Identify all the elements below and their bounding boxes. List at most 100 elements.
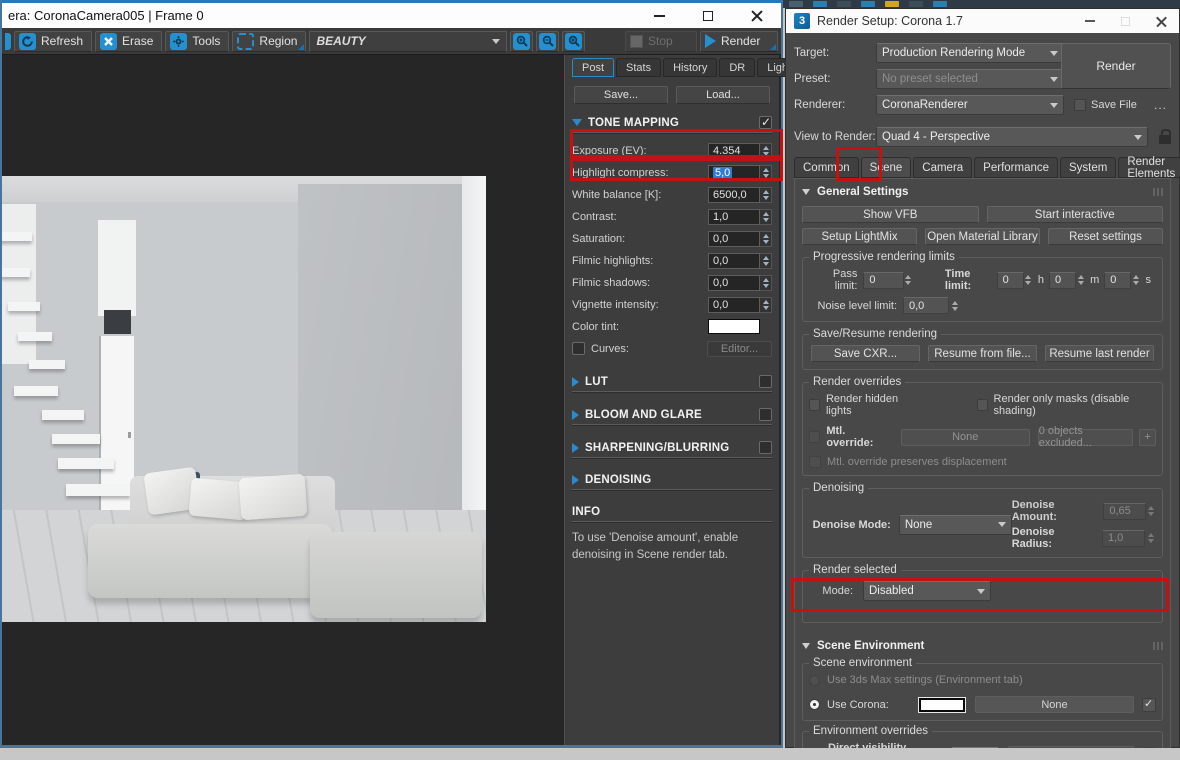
tab-scene[interactable]: Scene — [860, 157, 912, 178]
collapsed-arrow-icon[interactable] — [572, 442, 579, 453]
time-h-spinner[interactable] — [1024, 272, 1033, 289]
time-s-spinner[interactable] — [1131, 272, 1140, 289]
tab-performance[interactable]: Performance — [974, 157, 1059, 178]
vignette-spinner[interactable] — [760, 296, 772, 313]
load-button[interactable]: Load... — [676, 86, 770, 104]
sharpening-header[interactable]: SHARPENING/BLURRING — [572, 441, 772, 458]
contrast-spinner[interactable] — [760, 208, 772, 225]
tab-dr[interactable]: DR — [719, 58, 756, 77]
saturation-input[interactable]: 0,0 — [708, 230, 760, 247]
reset-settings-button[interactable]: Reset settings — [1048, 228, 1163, 245]
contrast-input[interactable]: 1,0 — [708, 208, 760, 225]
highlight-compress-input[interactable]: 5,0 — [708, 164, 760, 181]
lut-checkbox[interactable] — [759, 375, 772, 388]
tone-mapping-checkbox[interactable] — [759, 115, 772, 129]
zoom-reset-button[interactable] — [562, 30, 586, 52]
denoise-mode-dropdown[interactable]: None — [898, 514, 1012, 535]
render-selected-mode-dropdown[interactable]: Disabled — [863, 581, 991, 601]
tab-post[interactable]: Post — [572, 58, 615, 77]
tab-system[interactable]: System — [1060, 157, 1117, 178]
white-balance-spinner[interactable] — [760, 186, 772, 203]
tab-history[interactable]: History — [663, 58, 718, 77]
render-hidden-lights-checkbox[interactable] — [809, 399, 820, 411]
exposure-input[interactable]: 4.354 — [708, 142, 760, 159]
highlight-compress-spinner[interactable] — [760, 164, 772, 181]
render-button-setup[interactable]: Render — [1061, 43, 1171, 89]
corona-env-color-swatch[interactable] — [918, 696, 966, 713]
use-max-radio[interactable] — [809, 674, 820, 686]
rollout-arrow-icon[interactable] — [802, 643, 810, 649]
corona-env-toggle[interactable] — [1142, 697, 1156, 712]
time-h-input[interactable]: 0 — [996, 271, 1024, 289]
objects-excluded-button[interactable]: 0 objects excluded... — [1037, 425, 1134, 449]
resume-from-file-button[interactable]: Resume from file... — [928, 345, 1037, 362]
refresh-button[interactable]: Refresh — [14, 30, 93, 52]
minimize-icon[interactable] — [654, 14, 665, 17]
use-corona-radio[interactable] — [809, 699, 820, 710]
tone-mapping-header[interactable]: TONE MAPPING — [572, 115, 772, 133]
close-icon[interactable] — [751, 10, 763, 22]
target-dropdown[interactable]: Production Rendering Mode — [876, 43, 1064, 63]
view-dropdown[interactable]: Quad 4 - Perspective — [876, 127, 1148, 147]
pass-limit-spinner[interactable] — [904, 272, 913, 289]
collapsed-arrow-icon[interactable] — [572, 409, 579, 420]
denoising-header[interactable]: DENOISING — [572, 474, 772, 490]
exposure-spinner[interactable] — [760, 142, 772, 159]
corona-env-map-slot[interactable]: None — [975, 696, 1134, 713]
tab-common[interactable]: Common — [794, 157, 859, 178]
more-button[interactable]: ... — [1154, 98, 1171, 112]
region-button[interactable]: Region — [232, 30, 307, 52]
vignette-input[interactable]: 0,0 — [708, 296, 760, 313]
time-m-spinner[interactable] — [1076, 272, 1085, 289]
sharpening-checkbox[interactable] — [759, 441, 772, 454]
saturation-spinner[interactable] — [760, 230, 772, 247]
collapsed-arrow-icon[interactable] — [572, 376, 579, 387]
channel-dropdown[interactable]: BEAUTY — [309, 30, 508, 52]
show-vfb-button[interactable]: Show VFB — [802, 206, 979, 223]
start-interactive-button[interactable]: Start interactive — [986, 206, 1163, 223]
lut-header[interactable]: LUT — [572, 375, 772, 392]
close-icon[interactable] — [1156, 16, 1167, 27]
rollout-arrow-icon[interactable] — [802, 189, 810, 195]
setup-lightmix-button[interactable]: Setup LightMix — [802, 228, 917, 245]
tab-stats[interactable]: Stats — [616, 58, 662, 77]
general-settings-rollout[interactable]: General Settings — [800, 183, 1165, 201]
resume-last-render-button[interactable]: Resume last render — [1045, 345, 1154, 362]
noise-limit-spinner[interactable] — [949, 297, 960, 314]
render-setup-titlebar[interactable]: 3 Render Setup: Corona 1.7 — [786, 9, 1179, 33]
save-cxr-button[interactable]: Save CXR... — [811, 345, 920, 362]
vfb-canvas[interactable] — [2, 55, 564, 745]
zoom-out-button[interactable] — [536, 30, 560, 52]
maximize-icon[interactable] — [1121, 16, 1130, 26]
renderer-dropdown[interactable]: CoronaRenderer — [876, 95, 1064, 115]
filmic-shadows-input[interactable]: 0,0 — [708, 274, 760, 291]
erase-button[interactable]: Erase — [95, 30, 163, 52]
time-s-input[interactable]: 0 — [1104, 271, 1132, 289]
mtl-override-slot[interactable]: None — [900, 428, 1030, 446]
filmic-highlights-input[interactable]: 0,0 — [708, 252, 760, 269]
open-material-library-button[interactable]: Open Material Library — [925, 228, 1040, 245]
add-exclude-button[interactable]: + — [1139, 428, 1156, 446]
clipped-save-icon[interactable] — [5, 32, 11, 50]
tab-camera[interactable]: Camera — [913, 157, 973, 178]
collapsed-arrow-icon[interactable] — [572, 475, 579, 485]
pass-limit-input[interactable]: 0 — [863, 271, 904, 289]
bloom-header[interactable]: BLOOM AND GLARE — [572, 408, 772, 425]
collapse-arrow-icon[interactable] — [572, 119, 582, 126]
color-tint-swatch[interactable] — [708, 319, 760, 334]
preset-dropdown[interactable]: No preset selected — [876, 69, 1064, 89]
lock-icon[interactable] — [1159, 129, 1171, 144]
render-button-vfb[interactable]: Render — [700, 30, 778, 52]
white-balance-input[interactable]: 6500,0 — [708, 186, 760, 203]
vfb-titlebar[interactable]: era: CoronaCamera005 | Frame 0 — [2, 0, 781, 28]
tools-button[interactable]: Tools — [165, 30, 230, 52]
minimize-icon[interactable] — [1085, 20, 1095, 22]
scene-environment-rollout[interactable]: Scene Environment — [800, 637, 1165, 655]
time-m-input[interactable]: 0 — [1048, 271, 1076, 289]
mtl-override-checkbox[interactable] — [809, 431, 821, 443]
filmic-shadows-spinner[interactable] — [760, 274, 772, 291]
render-only-masks-checkbox[interactable] — [976, 399, 988, 411]
noise-limit-input[interactable]: 0,0 — [903, 297, 949, 314]
filmic-highlights-spinner[interactable] — [760, 252, 772, 269]
tab-render-elements[interactable]: Render Elements — [1118, 156, 1180, 180]
